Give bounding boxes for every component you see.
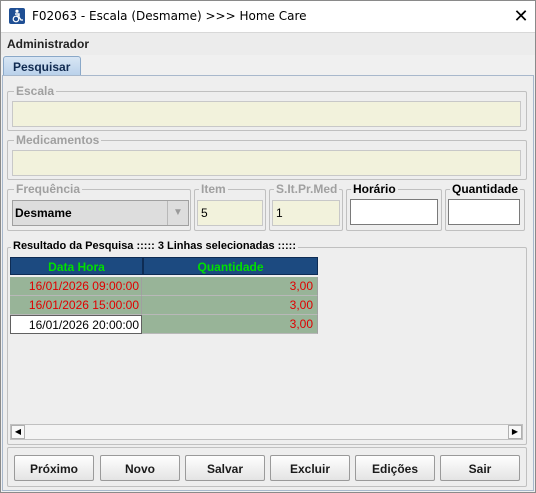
tab-label: Pesquisar [13, 60, 71, 74]
horario-label: Horário [351, 182, 398, 196]
column-header-quantidade[interactable]: Quantidade [143, 257, 318, 275]
edicoes-button[interactable]: Edições [355, 455, 435, 481]
cell-quantidade[interactable]: 3,00 [142, 315, 318, 334]
medicamentos-label: Medicamentos [14, 133, 102, 147]
item-label: Item [199, 182, 228, 196]
cell-datahora[interactable]: 16/01/2026 15:00:00 [10, 296, 142, 315]
window-title: F02063 - Escala (Desmame) >>> Home Care [32, 9, 307, 23]
column-header-data-hora[interactable]: Data Hora [10, 257, 143, 275]
chevron-down-icon[interactable]: ▼ [167, 201, 188, 225]
cell-datahora[interactable]: 16/01/2026 20:00:00 [10, 315, 142, 334]
triangle-left-icon[interactable]: ◀ [11, 425, 25, 439]
tab-pesquisar[interactable]: Pesquisar [3, 56, 81, 76]
salvar-button[interactable]: Salvar [185, 455, 265, 481]
escala-label: Escala [14, 84, 57, 98]
proximo-button[interactable]: Próximo [14, 455, 94, 481]
user-bar: Administrador [1, 32, 535, 55]
triangle-right-icon[interactable]: ▶ [508, 425, 522, 439]
frequencia-combo[interactable]: Desmame ▼ [12, 200, 189, 226]
excluir-button[interactable]: Excluir [270, 455, 350, 481]
cell-quantidade[interactable]: 3,00 [142, 296, 318, 315]
frequencia-label: Frequência [14, 182, 83, 196]
frequencia-value: Desmame [15, 206, 72, 220]
user-label: Administrador [7, 37, 90, 51]
horario-input[interactable] [350, 199, 438, 225]
horizontal-scrollbar[interactable]: ◀ ▶ [10, 424, 523, 440]
accessibility-icon [9, 8, 25, 24]
close-icon[interactable]: ✕ [511, 5, 531, 27]
novo-button[interactable]: Novo [100, 455, 180, 481]
quantidade-input[interactable] [448, 199, 520, 225]
medicamentos-field [12, 150, 521, 176]
sair-button[interactable]: Sair [440, 455, 520, 481]
item-field: 5 [197, 200, 263, 226]
slt-label: S.It.Pr.Med [274, 182, 340, 196]
cell-datahora[interactable]: 16/01/2026 09:00:00 [10, 277, 142, 296]
results-caption: Resultado da Pesquisa ::::: 3 Linhas sel… [11, 240, 298, 252]
title-bar[interactable]: F02063 - Escala (Desmame) >>> Home Care … [1, 1, 535, 32]
slt-field: 1 [272, 200, 340, 226]
quantidade-label: Quantidade [450, 182, 521, 196]
escala-field [12, 101, 521, 127]
cell-quantidade[interactable]: 3,00 [142, 277, 318, 296]
